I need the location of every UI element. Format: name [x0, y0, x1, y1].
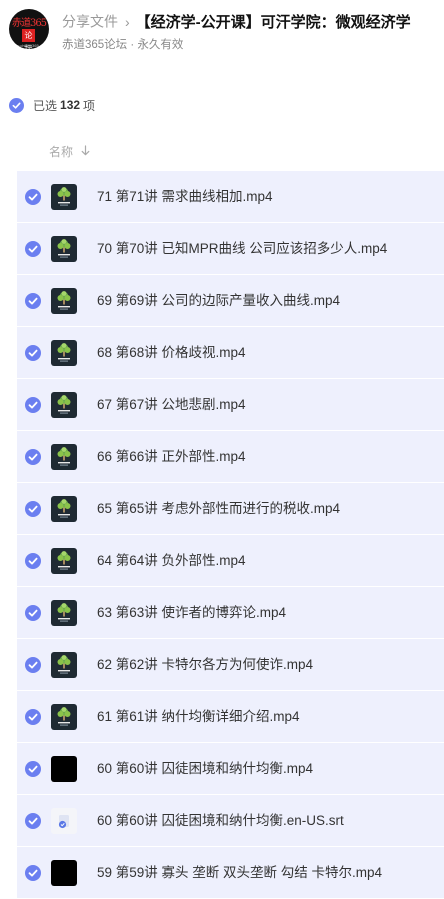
row-checkbox[interactable]: [25, 241, 41, 257]
file-name: 65 第65讲 考虑外部性而进行的税收.mp4: [97, 501, 341, 516]
selection-prefix: 已选: [33, 98, 58, 113]
file-row[interactable]: 68 第68讲 价格歧视.mp4: [17, 327, 444, 378]
name-column-label: 名称: [49, 145, 74, 159]
file-row[interactable]: 67 第67讲 公地悲剧.mp4: [17, 379, 444, 430]
check-icon: [28, 193, 38, 201]
file-row[interactable]: 65 第65讲 考虑外部性而进行的税收.mp4: [17, 483, 444, 534]
folder-title: 【经济学-公开课】可汗学院：微观经济学: [135, 14, 411, 31]
file-name: 63 第63讲 使诈者的博弈论.mp4: [97, 605, 287, 620]
file-name: 64 第64讲 负外部性.mp4: [97, 553, 246, 568]
file-list: 71 第71讲 需求曲线相加.mp4 70 第70讲 已知MPR曲线 公司应该招多…: [17, 171, 444, 899]
video-thumbnail-icon: [51, 704, 77, 730]
arrow-down-icon[interactable]: [81, 144, 90, 159]
subtitle-file-icon: [51, 808, 77, 834]
check-icon: [28, 609, 38, 617]
check-icon: [28, 505, 38, 513]
video-thumbnail-icon: [51, 548, 77, 574]
video-thumbnail-icon: [51, 236, 77, 262]
name-column-header[interactable]: 名称: [49, 143, 90, 160]
file-row[interactable]: 71 第71讲 需求曲线相加.mp4: [17, 171, 444, 222]
row-checkbox[interactable]: [25, 657, 41, 673]
file-name: 68 第68讲 价格歧视.mp4: [97, 345, 246, 360]
video-thumbnail-icon: [51, 860, 77, 886]
row-checkbox[interactable]: [25, 553, 41, 569]
select-all-checkbox[interactable]: [9, 97, 24, 113]
forum-logo[interactable]: 赤道365 论坛 www.chidao365.com: [9, 9, 49, 49]
video-thumbnail-icon: [51, 600, 77, 626]
file-row[interactable]: 61 第61讲 纳什均衡详细介绍.mp4: [17, 691, 444, 742]
file-name: 59 第59讲 寡头 垄断 双头垄断 勾结 卡特尔.mp4: [97, 865, 383, 880]
check-icon: [28, 349, 38, 357]
file-name: 71 第71讲 需求曲线相加.mp4: [97, 189, 273, 204]
file-row[interactable]: 59 第59讲 寡头 垄断 双头垄断 勾结 卡特尔.mp4: [17, 847, 444, 898]
check-icon: [28, 557, 38, 565]
row-checkbox[interactable]: [25, 189, 41, 205]
share-header: 赤道365 论坛 www.chidao365.com 分享文件 › 【经济学-公开课…: [0, 0, 444, 60]
row-checkbox[interactable]: [25, 865, 41, 881]
file-name: 67 第67讲 公地悲剧.mp4: [97, 397, 246, 412]
row-checkbox[interactable]: [25, 501, 41, 517]
row-checkbox[interactable]: [25, 293, 41, 309]
check-icon: [28, 401, 38, 409]
row-checkbox[interactable]: [25, 449, 41, 465]
chevron-right-icon: ›: [125, 13, 130, 30]
share-info: 赤道365论坛 · 永久有效: [62, 36, 183, 52]
check-icon: [28, 661, 38, 669]
breadcrumb-share-files[interactable]: 分享文件: [62, 14, 118, 30]
check-icon: [28, 297, 38, 305]
selection-suffix: 项: [83, 98, 96, 113]
row-checkbox[interactable]: [25, 345, 41, 361]
file-row[interactable]: 60 第60讲 囚徒困境和纳什均衡.mp4: [17, 743, 444, 794]
check-icon: [28, 869, 38, 877]
check-icon: [28, 713, 38, 721]
check-icon: [28, 245, 38, 253]
file-name: 60 第60讲 囚徒困境和纳什均衡.en-US.srt: [97, 813, 344, 828]
selection-count: 132: [60, 98, 81, 112]
check-icon: [12, 102, 21, 109]
video-thumbnail-icon: [51, 756, 77, 782]
row-checkbox[interactable]: [25, 761, 41, 777]
title-row: 分享文件 › 【经济学-公开课】可汗学院：微观经济学: [62, 11, 444, 33]
row-checkbox[interactable]: [25, 813, 41, 829]
file-name: 60 第60讲 囚徒困境和纳什均衡.mp4: [97, 761, 314, 776]
file-name: 62 第62讲 卡特尔各方为何使诈.mp4: [97, 657, 314, 672]
row-checkbox[interactable]: [25, 709, 41, 725]
file-row[interactable]: 66 第66讲 正外部性.mp4: [17, 431, 444, 482]
check-icon: [28, 765, 38, 773]
video-thumbnail-icon: [51, 288, 77, 314]
file-name: 70 第70讲 已知MPR曲线 公司应该招多少人.mp4: [97, 241, 388, 256]
file-row[interactable]: 70 第70讲 已知MPR曲线 公司应该招多少人.mp4: [17, 223, 444, 274]
file-row[interactable]: 63 第63讲 使诈者的博弈论.mp4: [17, 587, 444, 638]
validity-text: · 永久有效: [130, 39, 184, 51]
file-name: 69 第69讲 公司的边际产量收入曲线.mp4: [97, 293, 341, 308]
selection-summary: 已选 132 项: [9, 96, 95, 114]
file-name: 66 第66讲 正外部性.mp4: [97, 449, 246, 464]
video-thumbnail-icon: [51, 184, 77, 210]
video-thumbnail-icon: [51, 652, 77, 678]
row-checkbox[interactable]: [25, 605, 41, 621]
file-name: 61 第61讲 纳什均衡详细介绍.mp4: [97, 709, 300, 724]
video-thumbnail-icon: [51, 496, 77, 522]
video-thumbnail-icon: [51, 392, 77, 418]
file-row[interactable]: 60 第60讲 囚徒困境和纳什均衡.en-US.srt: [17, 795, 444, 846]
logo-seal: 论坛: [22, 29, 35, 49]
file-row[interactable]: 64 第64讲 负外部性.mp4: [17, 535, 444, 586]
row-checkbox[interactable]: [25, 397, 41, 413]
check-icon: [28, 453, 38, 461]
logo-url: www.chidao365.com: [10, 43, 48, 48]
check-icon: [28, 817, 38, 825]
sharer-name[interactable]: 赤道365论坛: [62, 39, 127, 51]
video-thumbnail-icon: [51, 340, 77, 366]
logo-text: 赤道365: [11, 18, 47, 29]
video-thumbnail-icon: [51, 444, 77, 470]
file-row[interactable]: 62 第62讲 卡特尔各方为何使诈.mp4: [17, 639, 444, 690]
file-row[interactable]: 69 第69讲 公司的边际产量收入曲线.mp4: [17, 275, 444, 326]
